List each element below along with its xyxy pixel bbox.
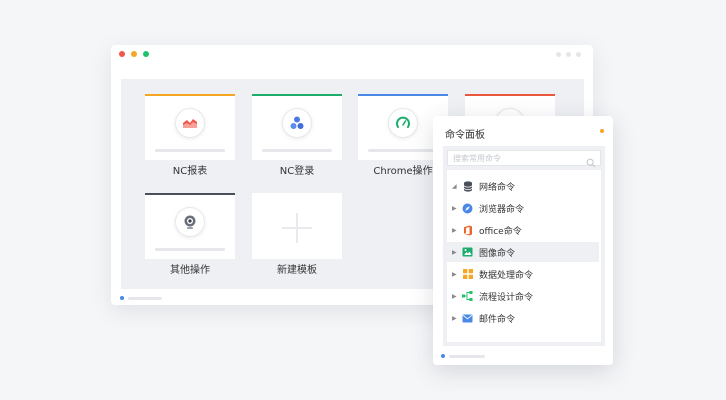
collapsed-triangle-icon[interactable]: ▶ <box>452 293 462 300</box>
tree-item-label: 浏览器命令 <box>479 204 525 215</box>
card-preview <box>252 193 342 259</box>
chart-area-icon <box>175 108 205 138</box>
collapsed-triangle-icon[interactable]: ▶ <box>452 205 462 212</box>
tree-item-label: 邮件命令 <box>479 314 516 325</box>
template-card-other[interactable]: 其他操作 <box>145 193 235 277</box>
office-icon <box>462 225 473 236</box>
panel-title: 命令面板 <box>445 130 485 141</box>
minimize-dot[interactable] <box>131 51 137 57</box>
chrome-gauge-icon <box>388 108 418 138</box>
panel-body: ◢ 网络命令 ▶ 浏览器命令 <box>443 146 605 346</box>
collapsed-triangle-icon[interactable]: ▶ <box>452 315 462 322</box>
collapsed-triangle-icon[interactable]: ▶ <box>452 227 462 234</box>
template-card-nc-login[interactable]: NC登录 <box>252 94 342 178</box>
card-label: NC报表 <box>172 166 208 177</box>
card-label: 新建模板 <box>277 265 317 276</box>
maximize-dot[interactable] <box>143 51 149 57</box>
template-card-nc-report[interactable]: NC报表 <box>145 94 235 178</box>
tree-item-data-processing[interactable]: ▶ 数据处理命令 <box>447 264 599 284</box>
webcam-icon <box>175 207 205 237</box>
users-icon <box>282 108 312 138</box>
database-icon <box>462 180 473 192</box>
grid-icon <box>462 269 473 280</box>
command-panel: 命令面板 ◢ 网络命令 <box>433 116 613 365</box>
new-template-card[interactable]: 新建模板 <box>252 193 342 277</box>
tree-item-office[interactable]: ▶ office命令 <box>447 220 599 240</box>
card-placeholder-line <box>155 149 225 152</box>
title-placeholder-dot <box>566 52 571 57</box>
title-bar <box>111 45 593 63</box>
expanded-triangle-icon[interactable]: ◢ <box>452 183 462 190</box>
plus-icon <box>282 213 312 243</box>
card-preview <box>252 94 342 160</box>
footer-dot <box>120 296 124 300</box>
card-label: 其他操作 <box>170 265 210 276</box>
card-preview <box>145 193 235 259</box>
footer-line <box>449 355 485 358</box>
title-placeholder-dot <box>576 52 581 57</box>
collapsed-triangle-icon[interactable]: ▶ <box>452 249 462 256</box>
compass-icon <box>462 203 473 214</box>
card-placeholder-line <box>155 248 225 251</box>
title-placeholder-dot <box>556 52 561 57</box>
footer-dot <box>441 354 445 358</box>
close-dot[interactable] <box>119 51 125 57</box>
tree-item-label: office命令 <box>479 226 522 237</box>
collapsed-triangle-icon[interactable]: ▶ <box>452 271 462 278</box>
tree-item-flow-design[interactable]: ▶ 流程设计命令 <box>447 286 599 306</box>
search-box <box>447 150 601 168</box>
card-placeholder-line <box>262 149 332 152</box>
command-tree: ◢ 网络命令 ▶ 浏览器命令 ▶ office命令 ▶ 图像命令 ▶ 数据处理命… <box>447 170 601 342</box>
status-dot <box>600 129 604 133</box>
card-placeholder-line <box>368 149 438 152</box>
image-icon <box>462 247 473 258</box>
flow-icon <box>462 291 473 302</box>
tree-item-image[interactable]: ▶ 图像命令 <box>447 242 599 262</box>
card-preview <box>145 94 235 160</box>
footer-line <box>128 297 162 300</box>
tree-item-label: 数据处理命令 <box>479 270 534 281</box>
mail-icon <box>462 313 473 324</box>
search-input[interactable] <box>448 151 582 165</box>
tree-item-label: 网络命令 <box>479 182 516 193</box>
tree-item-network[interactable]: ◢ 网络命令 <box>447 176 599 196</box>
tree-item-mail[interactable]: ▶ 邮件命令 <box>447 308 599 328</box>
tree-item-browser[interactable]: ▶ 浏览器命令 <box>447 198 599 218</box>
tree-item-label: 图像命令 <box>479 248 516 259</box>
tree-item-label: 流程设计命令 <box>479 292 534 303</box>
card-label: NC登录 <box>279 166 315 177</box>
